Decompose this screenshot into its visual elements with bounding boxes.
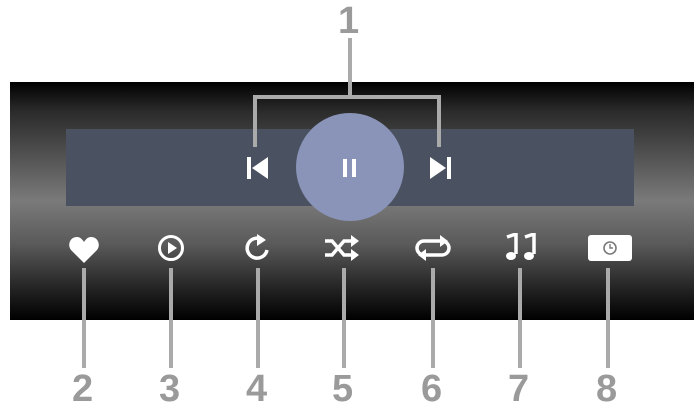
slideshow-timer-icon [588, 235, 632, 261]
callout-1-stem [348, 38, 352, 96]
callout-4: 4 [246, 368, 268, 410]
callout-7: 7 [508, 368, 530, 410]
favorite-button[interactable] [68, 235, 100, 265]
callout-2: 2 [72, 368, 94, 410]
next-icon [430, 157, 451, 179]
repeat-button[interactable] [412, 234, 454, 262]
callout-1-right-leg [437, 95, 441, 147]
callout-6-line [431, 268, 435, 368]
shuffle-button[interactable] [322, 234, 362, 262]
callout-2-line [82, 268, 86, 368]
callout-7-line [518, 268, 522, 368]
callout-4-line [256, 268, 260, 368]
heart-icon [69, 237, 99, 263]
callout-3: 3 [159, 368, 181, 410]
callout-6: 6 [421, 368, 443, 410]
callout-5: 5 [332, 368, 354, 410]
callout-3-line [169, 268, 173, 368]
next-button[interactable] [428, 155, 452, 181]
pause-button[interactable] [340, 157, 360, 179]
rotate-icon [245, 234, 269, 260]
music-button[interactable] [498, 233, 542, 263]
play-all-button[interactable] [156, 233, 186, 263]
pause-icon [343, 159, 356, 177]
previous-button[interactable] [246, 155, 270, 181]
callout-8-line [606, 268, 610, 368]
slideshow-timer-button[interactable] [586, 233, 634, 263]
rotate-button[interactable] [244, 233, 272, 263]
callout-1: 1 [338, 0, 360, 42]
music-notes-icon [506, 233, 536, 260]
callout-1-bracket [253, 95, 441, 99]
play-circle-icon [158, 235, 184, 261]
shuffle-icon [325, 235, 359, 261]
previous-icon [247, 157, 268, 179]
callout-5-line [342, 268, 346, 368]
repeat-icon [415, 235, 451, 261]
callout-1-left-leg [253, 95, 257, 147]
callout-8: 8 [596, 368, 618, 410]
